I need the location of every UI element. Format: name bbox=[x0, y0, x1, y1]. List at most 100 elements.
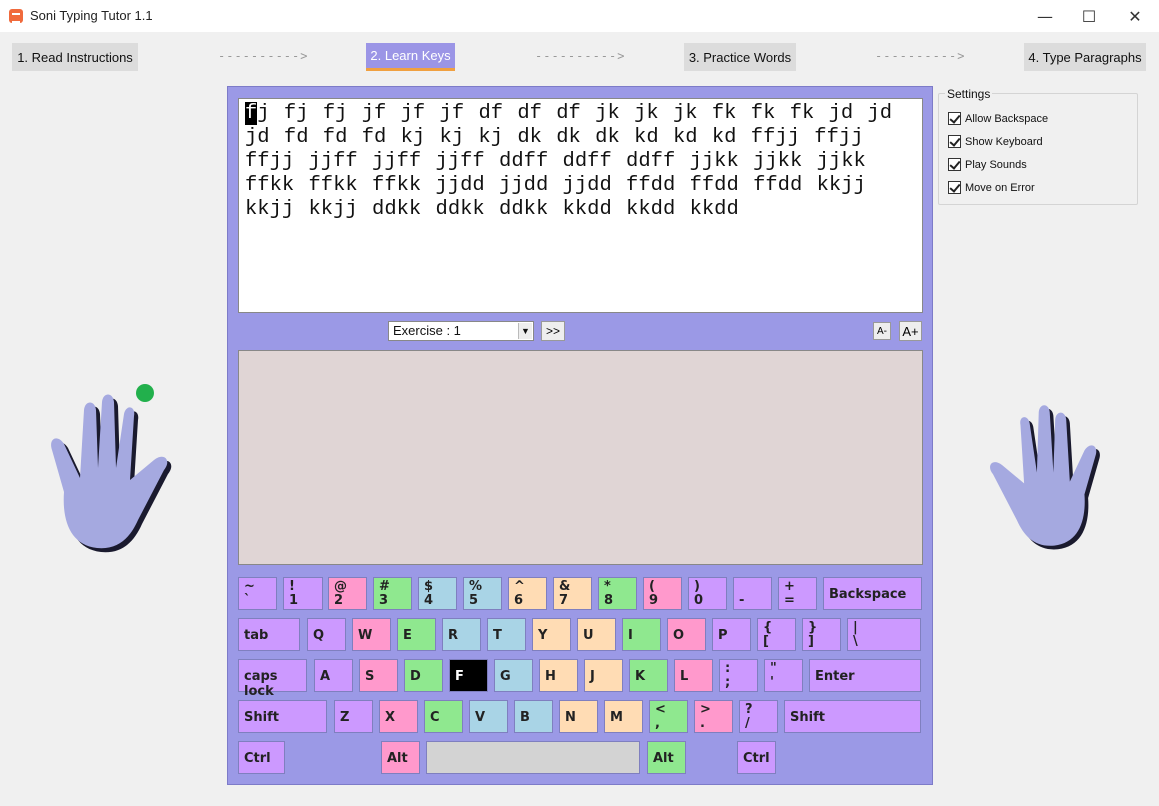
key-base-label: = bbox=[784, 593, 795, 608]
key-s[interactable]: S bbox=[359, 659, 398, 692]
key-r[interactable]: R bbox=[442, 618, 481, 651]
move-on-error-option[interactable]: Move on Error bbox=[948, 181, 1035, 194]
key-y[interactable]: Y bbox=[532, 618, 571, 651]
key-shift[interactable]: Shift bbox=[238, 700, 327, 733]
key-z[interactable]: Z bbox=[334, 700, 373, 733]
key-shift-label: ( bbox=[649, 579, 655, 594]
step-arrow: ----------> bbox=[875, 49, 966, 63]
key-space[interactable] bbox=[426, 741, 640, 774]
key-symbol[interactable]: ^ 6 bbox=[508, 577, 547, 610]
key-symbol[interactable]: - bbox=[733, 577, 772, 610]
font-smaller-button[interactable]: A- bbox=[873, 322, 891, 340]
key-symbol[interactable]: {[ bbox=[757, 618, 796, 651]
key-enter[interactable]: Enter bbox=[809, 659, 921, 692]
key-symbol[interactable]: | \ bbox=[847, 618, 921, 651]
key-caps-lock[interactable]: caps lock bbox=[238, 659, 307, 699]
key-symbol[interactable]: :; bbox=[719, 659, 758, 692]
key-symbol[interactable]: }] bbox=[802, 618, 841, 651]
key-v[interactable]: V bbox=[469, 700, 508, 733]
left-hand-icon bbox=[51, 384, 172, 553]
key-label: E bbox=[403, 628, 412, 643]
step-learn-keys-button[interactable]: 2. Learn Keys bbox=[366, 43, 455, 71]
step-practice-words-button[interactable]: 3. Practice Words bbox=[684, 43, 796, 71]
key-g[interactable]: G bbox=[494, 659, 533, 692]
key-symbol[interactable]: <, bbox=[649, 700, 688, 733]
key-c[interactable]: C bbox=[424, 700, 463, 733]
key-backspace[interactable]: Backspace bbox=[823, 577, 922, 610]
allow-backspace-option[interactable]: Allow Backspace bbox=[948, 112, 1048, 125]
key-b[interactable]: B bbox=[514, 700, 553, 733]
key-symbol[interactable]: ? / bbox=[739, 700, 778, 733]
key-n[interactable]: N bbox=[559, 700, 598, 733]
minimize-button[interactable]: — bbox=[1022, 0, 1068, 32]
key-base-label: 6 bbox=[514, 593, 524, 608]
key-symbol[interactable]: * 8 bbox=[598, 577, 637, 610]
play-sounds-checkbox[interactable] bbox=[948, 158, 961, 171]
maximize-button[interactable]: ☐ bbox=[1066, 0, 1112, 32]
key-x[interactable]: X bbox=[379, 700, 418, 733]
key-p[interactable]: P bbox=[712, 618, 751, 651]
key-tab[interactable]: tab bbox=[238, 618, 300, 651]
key-label: D bbox=[410, 669, 421, 684]
font-larger-button[interactable]: A+ bbox=[899, 321, 922, 341]
right-hand-icon bbox=[990, 405, 1100, 550]
key-symbol[interactable]: % 5 bbox=[463, 577, 502, 610]
key-ctrl[interactable]: Ctrl bbox=[238, 741, 285, 774]
key-label: P bbox=[718, 628, 728, 643]
key-symbol[interactable]: ! 1 bbox=[283, 577, 323, 610]
key-t[interactable]: T bbox=[487, 618, 526, 651]
key-symbol[interactable]: + = bbox=[778, 577, 817, 610]
chevron-down-icon[interactable]: ▼ bbox=[518, 323, 532, 339]
typing-area[interactable] bbox=[238, 350, 923, 565]
step-read-instructions-button[interactable]: 1. Read Instructions bbox=[12, 43, 138, 71]
key-a[interactable]: A bbox=[314, 659, 353, 692]
key-symbol[interactable]: (9 bbox=[643, 577, 682, 610]
key-label: J bbox=[590, 669, 595, 684]
allow-backspace-checkbox[interactable] bbox=[948, 112, 961, 125]
move-on-error-checkbox[interactable] bbox=[948, 181, 961, 194]
key-base-label: . bbox=[700, 716, 705, 731]
close-button[interactable]: ✕ bbox=[1112, 0, 1158, 32]
key-l[interactable]: L bbox=[674, 659, 713, 692]
key-w[interactable]: W bbox=[352, 618, 391, 651]
key-shift-label: " bbox=[770, 661, 777, 676]
exercise-dropdown[interactable]: Exercise : 1 ▼ bbox=[388, 321, 534, 341]
play-sounds-option[interactable]: Play Sounds bbox=[948, 158, 1027, 171]
key-symbol[interactable]: & 7 bbox=[553, 577, 592, 610]
key-label: M bbox=[610, 710, 623, 725]
key-k[interactable]: K bbox=[629, 659, 668, 692]
key-i[interactable]: I bbox=[622, 618, 661, 651]
key-h[interactable]: H bbox=[539, 659, 578, 692]
key-symbol[interactable]: ) 0 bbox=[688, 577, 727, 610]
key-symbol[interactable]: @2 bbox=[328, 577, 367, 610]
key-u[interactable]: U bbox=[577, 618, 616, 651]
key-shift[interactable]: Shift bbox=[784, 700, 921, 733]
key-alt[interactable]: Alt bbox=[381, 741, 420, 774]
key-symbol[interactable]: ~ ` bbox=[238, 577, 277, 610]
key-q[interactable]: Q bbox=[307, 618, 346, 651]
key-shift-label: ! bbox=[289, 579, 295, 594]
key-label: R bbox=[448, 628, 459, 643]
exercise-text-area[interactable]: fj fj fj jf jf jf df df df jk jk jk fk f… bbox=[238, 98, 923, 313]
key-symbol[interactable]: $4 bbox=[418, 577, 457, 610]
key-symbol[interactable]: #3 bbox=[373, 577, 412, 610]
step-type-paragraphs-button[interactable]: 4. Type Paragraphs bbox=[1024, 43, 1146, 71]
exercise-text: j fj fj jf jf jf df df df jk jk jk fk fk… bbox=[245, 102, 893, 221]
key-base-label: 8 bbox=[604, 593, 614, 608]
key-o[interactable]: O bbox=[667, 618, 706, 651]
key-e[interactable]: E bbox=[397, 618, 436, 651]
key-j[interactable]: J bbox=[584, 659, 623, 692]
key-d[interactable]: D bbox=[404, 659, 443, 692]
show-keyboard-option[interactable]: Show Keyboard bbox=[948, 135, 1043, 148]
key-symbol[interactable]: " ' bbox=[764, 659, 803, 692]
key-label: V bbox=[475, 710, 486, 725]
key-m[interactable]: M bbox=[604, 700, 643, 733]
settings-title: Settings bbox=[945, 87, 993, 101]
show-keyboard-checkbox[interactable] bbox=[948, 135, 961, 148]
next-exercise-button[interactable]: >> bbox=[541, 321, 565, 341]
key-f[interactable]: F bbox=[449, 659, 488, 692]
key-label: Q bbox=[313, 628, 325, 643]
key-symbol[interactable]: >. bbox=[694, 700, 733, 733]
key-ctrl[interactable]: Ctrl bbox=[737, 741, 776, 774]
key-alt[interactable]: Alt bbox=[647, 741, 686, 774]
